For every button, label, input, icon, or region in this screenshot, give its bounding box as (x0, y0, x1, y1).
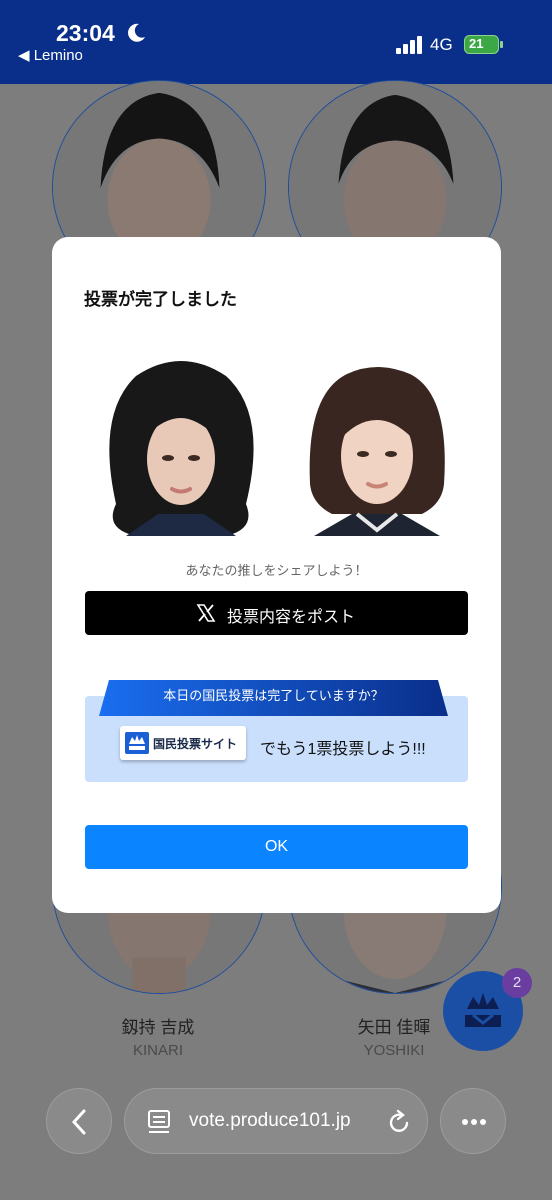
back-to-app-link[interactable]: ◀ Lemino (18, 46, 83, 64)
ok-button[interactable]: OK (85, 825, 468, 869)
url-text: vote.produce101.jp (189, 1110, 351, 1131)
dialog-title: 投票が完了しました (84, 290, 237, 309)
status-bar: 23:04 ◀ Lemino 4G 21 (0, 0, 552, 84)
address-bar[interactable]: vote.produce101.jp (124, 1088, 428, 1154)
post-to-x-button[interactable]: 投票内容をポスト (85, 591, 468, 635)
post-button-label: 投票内容をポスト (227, 609, 356, 626)
promo-text: でもう1票投票しよう!!! (260, 741, 426, 758)
reload-icon[interactable] (387, 1109, 411, 1135)
page-menu-icon[interactable] (147, 1109, 171, 1135)
clock: 23:04 (56, 20, 115, 46)
member-name-jp: 釼持 吉成 (121, 1018, 195, 1037)
ellipsis-icon (462, 1119, 486, 1125)
voted-member-photo-2 (292, 354, 462, 536)
browser-back-button[interactable] (46, 1088, 112, 1154)
moon-icon (128, 23, 145, 42)
battery-icon: 21 (464, 35, 503, 54)
x-logo-icon (196, 604, 216, 622)
voted-member-photo-1 (96, 354, 266, 536)
battery-level: 21 (469, 36, 484, 51)
site-button-label: 国民投票サイト (153, 737, 238, 751)
chevron-left-icon (71, 1109, 86, 1135)
member-name-en: KINARI (132, 1042, 183, 1059)
more-options-button[interactable] (440, 1088, 506, 1154)
promo-ribbon-text: 本日の国民投票は完了していますか？ (163, 688, 384, 703)
network-label: 4G (430, 35, 453, 54)
vote-complete-dialog: 投票が完了しました あなたの推しをシェアしよう！ 投票内容をポスト 本日の国民投… (52, 237, 501, 913)
crown-logo-icon (125, 732, 149, 754)
signal-icon (396, 36, 422, 54)
vote-count-badge: 2 (502, 968, 532, 998)
national-vote-site-button[interactable]: 国民投票サイト (120, 726, 246, 760)
share-prompt: あなたの推しをシェアしよう！ (185, 563, 368, 578)
crown-icon (465, 993, 501, 1027)
national-vote-promo: 本日の国民投票は完了していますか？ 国民投票サイト でもう1票投票しよう!!! (85, 680, 468, 782)
